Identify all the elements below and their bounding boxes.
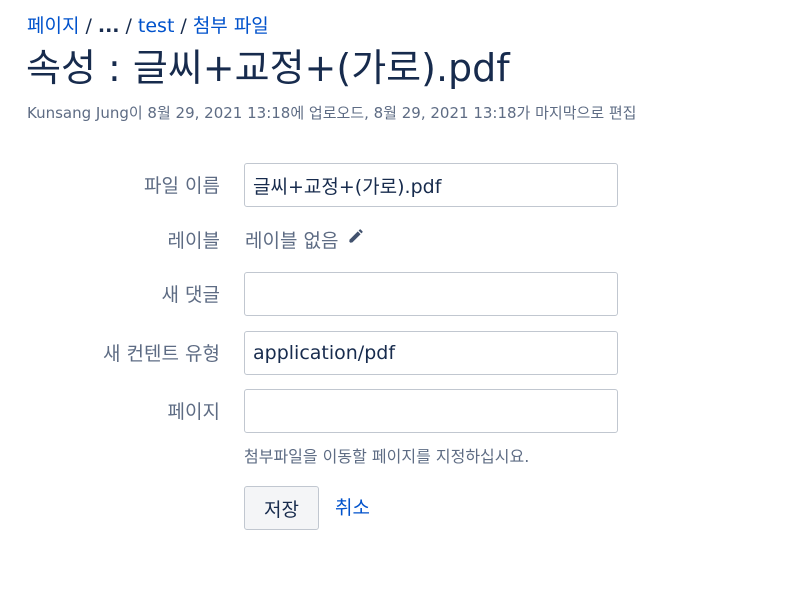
pencil-icon[interactable]: [346, 217, 364, 263]
page-hint: 첨부파일을 이동할 페이지를 지정하십시요.: [244, 447, 530, 466]
labels-row: 레이블 레이블 없음: [0, 218, 805, 264]
breadcrumb-item-test[interactable]: test: [138, 15, 175, 37]
comment-row: 새 댓글: [0, 272, 805, 318]
breadcrumb: 페이지 /... / test / 첨부 파일: [27, 13, 269, 39]
content-type-label: 새 컨텐트 유형: [103, 343, 220, 365]
comment-input[interactable]: [244, 272, 618, 316]
comment-label: 새 댓글: [161, 284, 220, 306]
filename-label: 파일 이름: [144, 175, 220, 197]
page-input[interactable]: [244, 389, 618, 433]
filename-input[interactable]: [244, 163, 618, 207]
breadcrumb-item-pages[interactable]: 페이지: [27, 15, 79, 37]
page-row: 페이지: [0, 389, 805, 435]
content-type-row: 새 컨텐트 유형: [0, 331, 805, 377]
page: 페이지 /... / test / 첨부 파일 속성 : 글씨+교정+(가로).pdf K…: [0, 0, 805, 597]
filename-row: 파일 이름: [0, 163, 805, 209]
page-title: 속성 : 글씨+교정+(가로).pdf: [26, 46, 510, 90]
breadcrumb-separator: /: [125, 15, 132, 37]
content-type-input[interactable]: [244, 331, 618, 375]
page-meta: Kunsang Jung이 8월 29, 2021 13:18에 업로오드, 8…: [27, 104, 637, 122]
page-label: 페이지: [167, 401, 220, 423]
save-button[interactable]: 저장: [244, 486, 319, 530]
labels-label: 레이블: [167, 230, 220, 252]
breadcrumb-ellipsis[interactable]: ...: [98, 15, 120, 37]
breadcrumb-separator: /: [85, 15, 92, 37]
cancel-link[interactable]: 취소: [335, 486, 370, 530]
labels-value: 레이블 없음: [245, 230, 339, 252]
breadcrumb-separator: /: [180, 15, 187, 37]
labels-value-wrap: 레이블 없음: [245, 218, 364, 264]
breadcrumb-item-attachments[interactable]: 첨부 파일: [193, 15, 269, 37]
